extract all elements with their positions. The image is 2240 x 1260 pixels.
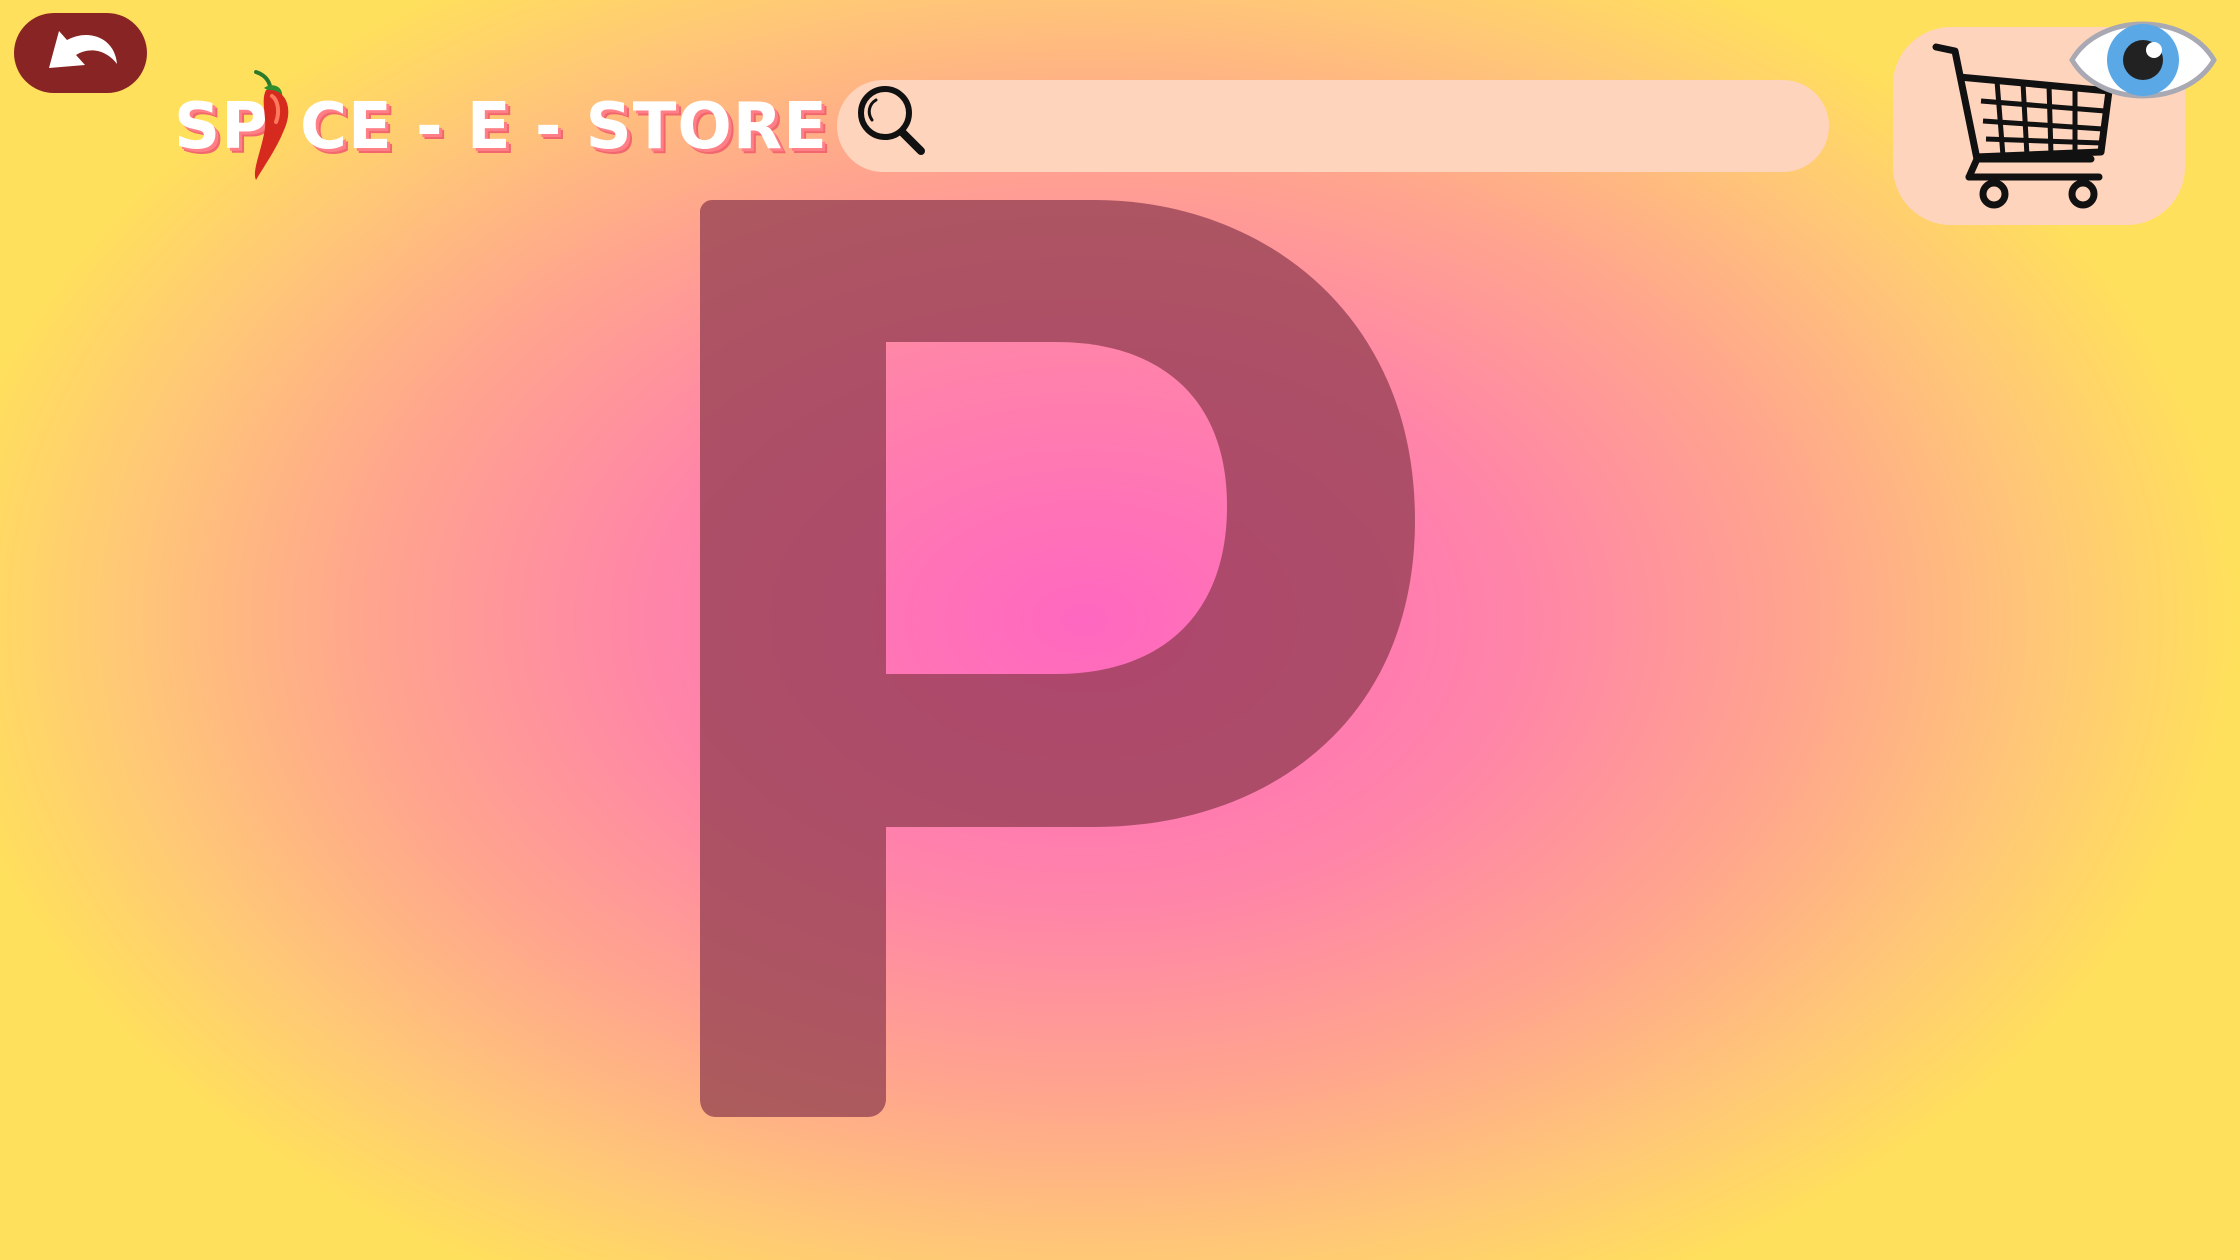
search-icon <box>858 86 925 155</box>
undo-arrow-icon <box>48 31 117 68</box>
logo-text-right: CE - E - STORE <box>300 90 828 164</box>
eye-icon[interactable] <box>2068 10 2218 110</box>
search-input[interactable] <box>947 96 1801 158</box>
back-button[interactable] <box>14 13 147 93</box>
category-letter-p: P <box>700 200 1420 1120</box>
chili-pepper-icon <box>254 70 289 180</box>
store-logo: SP CE - E - STORE <box>170 68 827 188</box>
search-bar[interactable] <box>837 80 1829 172</box>
